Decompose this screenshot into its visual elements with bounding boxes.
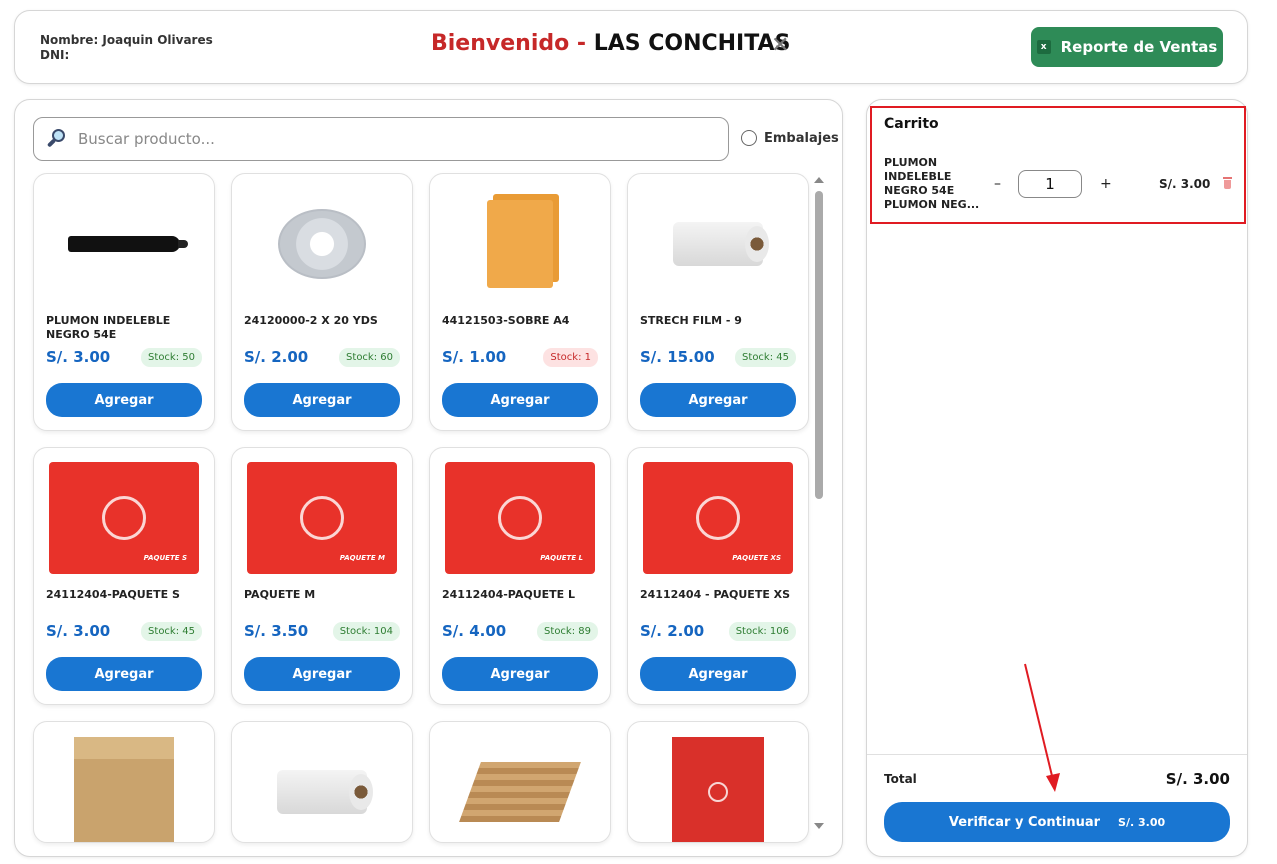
add-to-cart-button[interactable]: Agregar bbox=[46, 383, 202, 417]
add-to-cart-button[interactable]: Agregar bbox=[640, 657, 796, 691]
product-name: PLUMON INDELEBLE NEGRO 54E bbox=[46, 314, 171, 341]
product-card: 44121503-SOBRE A4 S/. 1.00 Stock: 1 Agregar bbox=[429, 173, 611, 431]
product-image: PAQUETE XS bbox=[640, 460, 796, 576]
product-name: 24120000-2 X 20 YDS bbox=[244, 314, 378, 327]
close-icon[interactable]: ✕ bbox=[771, 33, 789, 58]
top-header: Nombre: Joaquin Olivares DNI: Bienvenido… bbox=[14, 10, 1248, 84]
verify-continue-amount: S/. 3.00 bbox=[1118, 815, 1166, 829]
product-scrollbar[interactable] bbox=[812, 173, 826, 833]
cart-item: PLUMON INDELEBLE NEGRO 54E PLUMON NEG...… bbox=[884, 156, 1234, 212]
add-to-cart-button[interactable]: Agregar bbox=[244, 383, 400, 417]
scroll-thumb[interactable] bbox=[815, 191, 823, 499]
excel-icon: x bbox=[1036, 40, 1051, 54]
product-image bbox=[442, 186, 598, 302]
product-name: STRECH FILM - 9 bbox=[640, 314, 742, 327]
verify-continue-label: Verificar y Continuar bbox=[948, 814, 1101, 830]
product-card: PAQUETE XS 24112404 - PAQUETE XS S/. 2.00 S… bbox=[627, 447, 809, 705]
cart-item-price: S/. 3.00 bbox=[1159, 177, 1211, 191]
product-image bbox=[640, 186, 796, 302]
cart-item-name: PLUMON INDELEBLE NEGRO 54E PLUMON NEG... bbox=[884, 156, 980, 211]
product-image bbox=[244, 186, 400, 302]
product-image bbox=[244, 734, 400, 842]
scroll-down-icon[interactable] bbox=[814, 823, 824, 829]
product-image bbox=[442, 734, 598, 842]
product-image: PAQUETE L bbox=[442, 460, 598, 576]
product-card bbox=[627, 721, 809, 843]
product-price: S/. 4.00 bbox=[442, 622, 507, 640]
add-to-cart-button[interactable]: Agregar bbox=[244, 657, 400, 691]
stock-badge: Stock: 45 bbox=[735, 348, 796, 367]
product-card: PAQUETE S 24112404-PAQUETE S S/. 3.00 Stock… bbox=[33, 447, 215, 705]
welcome-text: Bienvenido - bbox=[431, 31, 587, 56]
add-to-cart-button[interactable]: Agregar bbox=[46, 657, 202, 691]
product-panel: Embalajes PLUMON INDELEBLE NEGRO 54E S/. … bbox=[14, 99, 843, 857]
product-name: 24112404-PAQUETE S bbox=[46, 588, 180, 601]
sales-report-button[interactable]: x Reporte de Ventas bbox=[1031, 27, 1223, 67]
product-card: STRECH FILM - 9 S/. 15.00 Stock: 45 Agregar bbox=[627, 173, 809, 431]
stock-badge: Stock: 1 bbox=[543, 348, 598, 367]
quantity-input[interactable]: 1 bbox=[1018, 170, 1082, 198]
product-price: S/. 3.00 bbox=[46, 622, 111, 640]
product-card bbox=[33, 721, 215, 843]
product-card bbox=[231, 721, 413, 843]
page-title: Bienvenido - LAS CONCHITAS bbox=[431, 31, 790, 56]
stock-badge: Stock: 45 bbox=[141, 622, 202, 641]
add-to-cart-button[interactable]: Agregar bbox=[442, 383, 598, 417]
search-input[interactable] bbox=[78, 130, 728, 148]
total-label: Total bbox=[884, 772, 917, 786]
add-to-cart-button[interactable]: Agregar bbox=[442, 657, 598, 691]
scroll-up-icon[interactable] bbox=[814, 177, 824, 183]
stock-badge: Stock: 104 bbox=[332, 622, 400, 641]
product-price: S/. 3.50 bbox=[244, 622, 309, 640]
product-image bbox=[46, 186, 202, 302]
product-price: S/. 15.00 bbox=[640, 348, 715, 366]
sales-report-label: Reporte de Ventas bbox=[1060, 38, 1218, 56]
verify-continue-button[interactable]: Verificar y Continuar S/. 3.00 bbox=[884, 802, 1230, 842]
increase-quantity-button[interactable]: + bbox=[1100, 176, 1112, 192]
product-image bbox=[640, 734, 796, 842]
product-name: 24112404-PAQUETE L bbox=[442, 588, 576, 601]
user-name: Nombre: Joaquin Olivares bbox=[40, 33, 213, 47]
embalajes-label: Embalajes bbox=[764, 130, 839, 146]
product-card: 24120000-2 X 20 YDS S/. 2.00 Stock: 60 Agre… bbox=[231, 173, 413, 431]
product-card bbox=[429, 721, 611, 843]
add-to-cart-button[interactable]: Agregar bbox=[640, 383, 796, 417]
product-image bbox=[46, 734, 202, 842]
product-card: PAQUETE M PAQUETE M S/. 3.50 Stock: 104 Agre… bbox=[231, 447, 413, 705]
total-value: S/. 3.00 bbox=[1165, 770, 1230, 788]
user-dni: DNI: bbox=[40, 48, 70, 62]
product-name: PAQUETE M bbox=[244, 588, 316, 601]
user-info: Nombre: Joaquin Olivares DNI: bbox=[40, 33, 213, 63]
product-name: 24112404 - PAQUETE XS bbox=[640, 588, 791, 601]
product-image: PAQUETE M bbox=[244, 460, 400, 576]
embalajes-filter[interactable]: Embalajes bbox=[741, 130, 839, 146]
trash-icon[interactable] bbox=[1223, 177, 1232, 189]
product-card: PLUMON INDELEBLE NEGRO 54E S/. 3.00 Stock:… bbox=[33, 173, 215, 431]
product-card: PAQUETE L 24112404-PAQUETE L S/. 4.00 Stock… bbox=[429, 447, 611, 705]
stock-badge: Stock: 89 bbox=[537, 622, 598, 641]
product-name: 44121503-SOBRE A4 bbox=[442, 314, 570, 327]
stock-badge: Stock: 50 bbox=[141, 348, 202, 367]
cart-panel: Carrito PLUMON INDELEBLE NEGRO 54E PLUMO… bbox=[866, 99, 1248, 857]
cart-title: Carrito bbox=[884, 116, 939, 132]
stock-badge: Stock: 106 bbox=[728, 622, 796, 641]
product-grid: PLUMON INDELEBLE NEGRO 54E S/. 3.00 Stock:… bbox=[33, 173, 809, 843]
product-price: S/. 3.00 bbox=[46, 348, 111, 366]
search-box[interactable] bbox=[33, 117, 729, 161]
product-price: S/. 2.00 bbox=[244, 348, 309, 366]
stock-badge: Stock: 60 bbox=[339, 348, 400, 367]
product-price: S/. 2.00 bbox=[640, 622, 705, 640]
product-image: PAQUETE S bbox=[46, 460, 202, 576]
embalajes-radio[interactable] bbox=[741, 130, 757, 146]
store-name: LAS CONCHITAS bbox=[593, 31, 791, 56]
cart-footer-divider bbox=[867, 754, 1247, 755]
decrease-quantity-button[interactable]: – bbox=[994, 176, 1001, 192]
search-icon bbox=[46, 128, 68, 150]
product-price: S/. 1.00 bbox=[442, 348, 507, 366]
